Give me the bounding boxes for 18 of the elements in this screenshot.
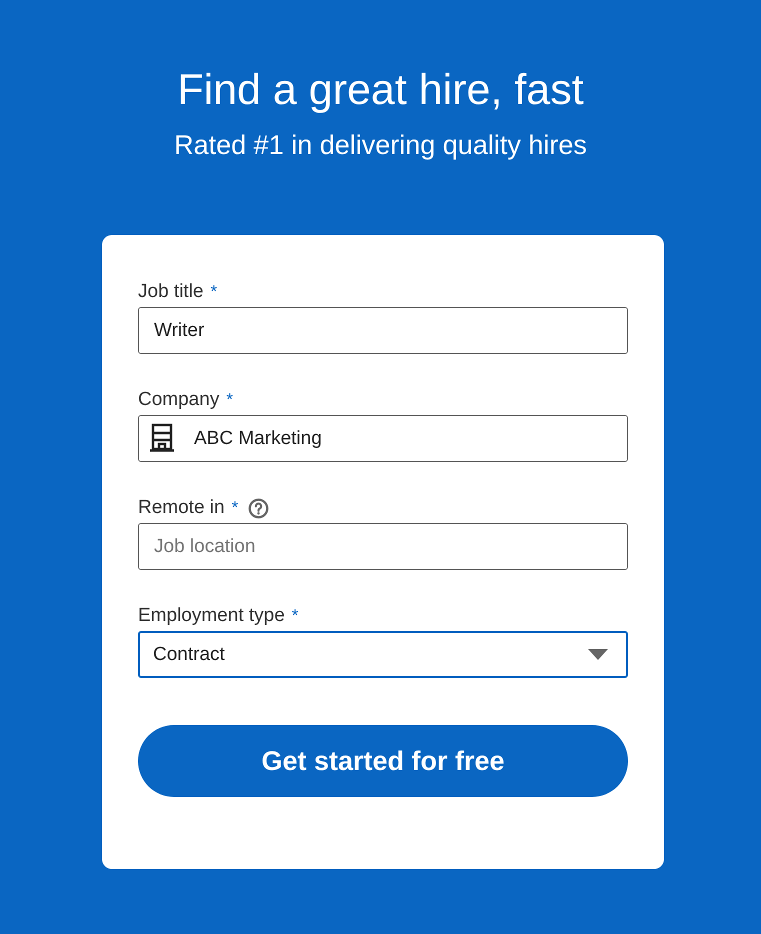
field-label: Job title — [138, 281, 204, 303]
text-field[interactable]: Writer — [138, 307, 628, 354]
page-title: Find a great hire, fast — [176, 65, 585, 116]
dropdown-field[interactable]: Contract — [138, 631, 628, 678]
field-label: Remote in — [138, 497, 225, 519]
submit-button[interactable]: Get started for free — [138, 725, 628, 797]
caret-icon — [588, 648, 608, 660]
text-field[interactable]: ABC Marketing — [138, 415, 628, 462]
required-mark: * — [226, 390, 233, 410]
page-subtitle: Rated #1 in delivering quality hires — [173, 129, 588, 162]
help-icon[interactable] — [248, 498, 270, 518]
field-label: Company — [138, 389, 220, 411]
required-mark: * — [210, 282, 218, 302]
field-label: Employment type — [138, 605, 285, 627]
text-field[interactable]: Job location — [138, 523, 628, 570]
required-mark: * — [232, 498, 238, 518]
building-icon — [150, 423, 174, 453]
required-mark: * — [292, 606, 298, 626]
